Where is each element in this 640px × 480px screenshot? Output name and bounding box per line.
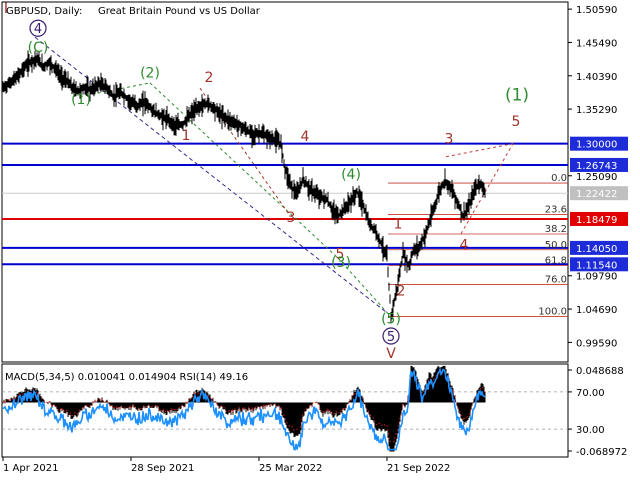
fib-label-2: 38.2 [545,224,567,235]
wave-label-9: 3 [287,210,296,226]
time-tick-label-1: 28 Sep 2021 [131,463,194,474]
indicator-tick-label-0: 0.048688 [576,366,624,377]
wave-label-5: 2 [205,70,214,86]
price-tick-label-12: 1.04690 [576,305,617,316]
wave-label-11: (3) [331,255,351,271]
chart-header-symbol: GBPUSD, Daily: [6,6,82,17]
price-tick-label-0: 1.50590 [576,5,617,16]
wave-label-13: 2 [397,283,406,299]
price-tags: 1.30000 1.26743 1.22422 1.18479 1.14050 1.115… [570,136,628,272]
wave-label-6: 1 [182,128,191,144]
indicator-tick-label-3: -0.068972 [576,447,627,458]
wave-label-2: (C) [28,40,49,56]
price-tick-label-1: 1.45490 [576,38,617,49]
wave-label-19: 5 [512,114,521,130]
wave-label-4: (2) [140,66,160,82]
wave-label-14: (5) [381,311,401,327]
fib-label-5: 76.0 [545,274,567,285]
wave-label-17: 3 [445,132,454,148]
chart-root: 0.0 23.6 38.2 50.0 61.8 76.0 100.0 I 4 (C) (1) (2)… [0,0,640,480]
wave-label-12: 1 [394,217,403,233]
time-tick-label-3: 21 Sep 2022 [387,463,450,474]
price-tick-label-6: 1.25090 [576,172,617,183]
level-tag-label-3: 1.18479 [576,215,617,226]
chart-canvas: 0.023.638.250.061.876.0100.0 I4(C)(1)(2)… [1,1,628,474]
indicator-tick-label-1: 70.00 [576,388,605,399]
wave-label-3: (1) [71,92,91,108]
fib-label-0: 0.0 [551,173,567,184]
price-tick-label-3: 1.35290 [576,105,617,116]
wave-label-18: 4 [460,238,469,254]
fib-label-1: 23.6 [545,205,567,216]
indicator-axis: 0.048688 70.00 30.00 -0.068972 [568,366,627,458]
level-tag-label-0: 1.30000 [576,140,617,151]
fib-label-4: 61.8 [545,256,567,267]
level-tag-label-5: 1.11540 [576,260,617,271]
fib-label-3: 50.0 [545,240,567,251]
level-tag-label-1: 1.26743 [576,161,617,172]
wave-label-16: V [386,346,396,362]
indicator-label: MACD(5,34,5) 0.010041 0.014904 RSI(14) 4… [5,372,248,383]
price-axis: 1.50590 1.45490 1.40390 1.35290 1.25090 1.097… [568,5,617,349]
chart-header-description: Great Britain Pound vs US Dollar [98,6,261,17]
level-tag-label-2: 1.22422 [576,189,617,200]
time-tick-label-0: 1 Apr 2021 [3,463,58,474]
wave-label-8: (4) [341,167,361,183]
price-tick-label-11: 1.09790 [576,272,617,283]
wave-label-7: 4 [301,129,310,145]
price-tick-label-13: 0.99590 [576,338,617,349]
wave-label-20: (1) [505,86,529,106]
fib-label-6: 100.0 [538,306,567,317]
indicator-tick-label-2: 30.00 [576,425,605,436]
level-tag-label-4: 1.14050 [576,244,617,255]
time-axis: 1 Apr 2021 28 Sep 2021 25 Mar 2022 21 Sep 2… [2,457,450,474]
wave-label-1: 4 [34,22,42,37]
price-tick-label-2: 1.40390 [576,72,617,83]
wave-label-15: 5 [387,330,395,345]
time-tick-label-2: 25 Mar 2022 [259,463,322,474]
